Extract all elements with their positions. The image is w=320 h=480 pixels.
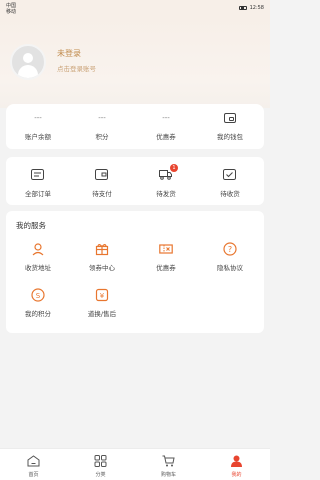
bottom-nav: 首页 分类 购物车 我的 (0, 448, 270, 480)
nav-profile-label: 我的 (231, 472, 242, 478)
asset-balance[interactable]: --- 账户余额 (6, 104, 70, 149)
service-coupons-label: 优惠券 (156, 264, 176, 272)
asset-points-label: 积分 (95, 133, 109, 141)
service-coupons[interactable]: 优惠券 (134, 242, 198, 282)
nav-cart-label: 购物车 (160, 472, 176, 478)
battery-icon (238, 6, 247, 10)
services-title: 我的服务 (16, 221, 46, 230)
nav-category[interactable]: 分类 (67, 449, 134, 480)
nav-cart[interactable]: 购物车 (135, 449, 202, 480)
asset-points-value: --- (98, 114, 106, 122)
service-privacy-label: 隐私协议 (217, 264, 243, 272)
yuan-return-icon: ¥ (95, 288, 109, 302)
avatar[interactable] (10, 44, 46, 80)
svg-text:?: ? (228, 245, 232, 254)
login-title[interactable]: 未登录 (57, 48, 81, 59)
avatar-head-shape (23, 53, 33, 63)
asset-balance-value: --- (34, 114, 42, 122)
asset-balance-label: 账户余额 (25, 133, 51, 141)
order-to-receive-label: 待收货 (220, 190, 240, 198)
order-all-label: 全部订单 (25, 190, 51, 198)
avatar-body-shape (18, 65, 38, 78)
service-my-points-label: 我的积分 (25, 310, 51, 318)
svg-text:S: S (36, 292, 41, 300)
asset-coupons-label: 优惠券 (156, 133, 176, 141)
svg-text:¥: ¥ (100, 292, 105, 300)
asset-coupons[interactable]: --- 优惠券 (134, 104, 198, 149)
services-card: 我的服务 收货地址 领券中心 优惠券 ? 隐私协议 S 我的积分 ¥ 道换/售后 (6, 211, 264, 333)
order-to-ship-badge: 1 (170, 164, 178, 172)
order-all[interactable]: 全部订单 (6, 157, 70, 205)
receive-box-icon (223, 169, 236, 180)
assets-card: --- 账户余额 --- 积分 --- 优惠券 我的钱包 (6, 104, 264, 149)
service-address-label: 收货地址 (25, 264, 51, 272)
service-privacy[interactable]: ? 隐私协议 (198, 242, 262, 282)
nav-profile[interactable]: 我的 (203, 449, 270, 480)
location-icon (32, 243, 44, 256)
status-bar: 中国 移动 12:58 (0, 0, 270, 18)
carrier-line-2: 移动 (6, 9, 17, 15)
asset-coupons-value: --- (162, 114, 170, 122)
status-right: 12:58 (238, 5, 264, 11)
clock: 12:58 (249, 5, 264, 11)
nav-category-label: 分类 (95, 472, 106, 478)
payment-card-icon (95, 169, 108, 180)
asset-points[interactable]: --- 积分 (70, 104, 134, 149)
nav-home[interactable]: 首页 (0, 449, 67, 480)
asset-wallet-label: 我的钱包 (217, 133, 243, 141)
home-icon (27, 455, 40, 467)
cart-icon (162, 455, 175, 467)
order-to-receive[interactable]: 待收货 (198, 157, 262, 205)
carrier-info: 中国 移动 (6, 3, 16, 15)
service-return[interactable]: ¥ 道换/售后 (70, 288, 134, 328)
order-to-ship[interactable]: 1 待发货 (134, 157, 198, 205)
grid-icon (94, 455, 107, 467)
points-coin-icon: S (31, 288, 45, 302)
order-to-ship-label: 待发货 (156, 190, 176, 198)
service-return-label: 道换/售后 (87, 310, 117, 318)
person-icon (231, 455, 242, 467)
order-unpaid[interactable]: 待支付 (70, 157, 134, 205)
service-coupon-center[interactable]: 领券中心 (70, 242, 134, 282)
question-circle-icon: ? (223, 242, 237, 256)
service-my-points[interactable]: S 我的积分 (6, 288, 70, 328)
service-coupon-center-label: 领券中心 (89, 264, 115, 272)
orders-card: 全部订单 待支付 1 待发货 待收货 (6, 157, 264, 205)
gift-icon (95, 243, 109, 256)
login-subtitle[interactable]: 点击登录账号 (57, 63, 96, 73)
coupon-icon (159, 244, 173, 254)
asset-wallet[interactable]: 我的钱包 (198, 104, 262, 149)
order-unpaid-label: 待支付 (92, 190, 112, 198)
service-address[interactable]: 收货地址 (6, 242, 70, 282)
wallet-icon (224, 113, 236, 123)
nav-home-label: 首页 (28, 472, 39, 478)
order-list-icon (31, 169, 44, 180)
